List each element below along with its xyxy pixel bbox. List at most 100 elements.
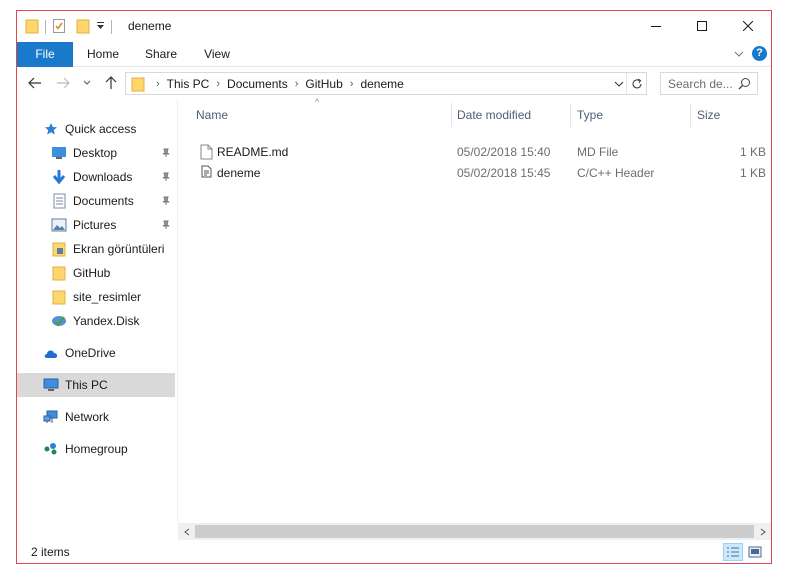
breadcrumb-documents[interactable]: Documents — [227, 77, 288, 91]
sidebar-item-label: Quick access — [65, 122, 137, 136]
window-title: deneme — [128, 19, 172, 33]
column-header-date[interactable]: Date modified — [451, 103, 571, 127]
sidebar-item-downloads[interactable]: Downloads — [17, 165, 175, 189]
recent-locations-button[interactable] — [80, 72, 94, 94]
pin-icon[interactable] — [161, 219, 171, 233]
column-header-size[interactable]: Size — [691, 103, 771, 127]
scrollbar-thumb[interactable] — [195, 525, 754, 538]
sidebar-item-label: OneDrive — [65, 346, 116, 360]
pictures-icon — [51, 217, 67, 233]
pin-icon[interactable] — [161, 147, 171, 161]
sidebar-item-github[interactable]: GitHub — [17, 261, 175, 285]
up-button[interactable] — [101, 72, 121, 94]
scroll-right-button[interactable] — [754, 525, 771, 538]
chevron-right-icon[interactable]: › — [156, 78, 160, 90]
maximize-icon — [697, 21, 707, 31]
tab-view[interactable]: View — [193, 42, 241, 67]
chevron-down-icon — [614, 81, 624, 87]
sidebar-item-onedrive[interactable]: OneDrive — [17, 341, 175, 365]
file-type: MD File — [577, 145, 619, 159]
text-file-icon — [200, 144, 213, 163]
navigation-pane: Quick access Desktop Downloads Documents… — [17, 99, 177, 523]
large-icons-view-button[interactable] — [745, 543, 765, 561]
details-view-button[interactable] — [723, 543, 743, 561]
help-icon[interactable]: ? — [752, 46, 767, 61]
column-header-type[interactable]: Type — [571, 103, 691, 127]
refresh-button[interactable] — [626, 73, 646, 94]
tab-share[interactable]: Share — [135, 42, 187, 67]
sidebar-item-label: Desktop — [73, 146, 118, 160]
sidebar-item-quick-access[interactable]: Quick access — [17, 117, 175, 141]
column-header-name[interactable]: Name — [190, 103, 452, 127]
back-button[interactable] — [25, 72, 45, 94]
refresh-icon — [632, 78, 641, 88]
chevron-right-icon[interactable]: › — [216, 78, 220, 90]
title-bar: deneme — [17, 11, 771, 42]
breadcrumb-deneme[interactable]: deneme — [360, 77, 403, 91]
sidebar-item-homegroup[interactable]: Homegroup — [17, 437, 175, 461]
pin-icon[interactable] — [161, 195, 171, 209]
expand-ribbon-icon[interactable] — [734, 47, 744, 61]
chevron-left-icon — [183, 528, 189, 535]
explorer-window: deneme File Home Share View ? › This PC … — [16, 10, 772, 564]
pin-icon[interactable] — [161, 171, 171, 185]
search-placeholder: Search de... — [668, 76, 733, 91]
tab-file[interactable]: File — [17, 42, 73, 67]
caption-buttons — [633, 11, 771, 41]
arrow-left-icon — [28, 77, 41, 89]
sidebar-item-label: Ekran görüntüleri — [73, 242, 165, 256]
breadcrumb-github[interactable]: GitHub — [305, 77, 342, 91]
customize-toolbar-icon[interactable] — [96, 20, 105, 34]
file-type: C/C++ Header — [577, 166, 655, 180]
search-icon[interactable] — [738, 77, 751, 93]
horizontal-scrollbar[interactable] — [178, 523, 771, 540]
toolbar-separator — [45, 20, 46, 34]
ribbon-tabs: File Home Share View ? — [17, 42, 771, 67]
sidebar-item-desktop[interactable]: Desktop — [17, 141, 175, 165]
sidebar-item-ekran-goruntuleri[interactable]: Ekran görüntüleri — [17, 237, 175, 261]
close-button[interactable] — [725, 11, 771, 41]
search-box[interactable]: Search de... — [660, 72, 758, 95]
sidebar-item-label: Documents — [73, 194, 134, 208]
chevron-down-icon — [83, 80, 91, 85]
folder-icon — [131, 76, 145, 92]
screenshots-folder-icon — [51, 241, 67, 257]
sidebar-item-label: GitHub — [73, 266, 111, 280]
sidebar-item-label: Pictures — [73, 218, 117, 232]
computer-icon — [43, 377, 59, 393]
address-bar[interactable]: › This PC › Documents › GitHub › deneme — [125, 72, 647, 95]
address-history-button[interactable] — [614, 77, 624, 91]
maximize-button[interactable] — [679, 11, 725, 41]
network-icon — [43, 409, 59, 425]
folder-icon — [51, 265, 67, 281]
sidebar-item-this-pc[interactable]: This PC — [17, 373, 175, 397]
homegroup-icon — [43, 441, 59, 457]
sidebar-item-yandex-disk[interactable]: Yandex.Disk — [17, 309, 175, 333]
sidebar-item-network[interactable]: Network — [17, 405, 175, 429]
properties-icon[interactable] — [52, 18, 66, 37]
file-size: 1 KB — [740, 166, 767, 180]
arrow-up-icon — [105, 76, 117, 89]
forward-button[interactable] — [53, 72, 73, 94]
sidebar-item-label: Yandex.Disk — [73, 314, 140, 328]
details-view-icon — [727, 547, 739, 557]
minimize-icon — [651, 26, 661, 27]
tab-home[interactable]: Home — [77, 42, 129, 67]
new-folder-icon[interactable] — [76, 18, 90, 37]
arrow-right-icon — [57, 77, 70, 89]
file-row[interactable]: deneme 05/02/2018 15:45 C/C++ Header 1 K… — [194, 163, 768, 184]
file-list: ^ Name Date modified Type Size README.md… — [178, 97, 771, 523]
chevron-right-icon — [760, 528, 766, 535]
yandex-disk-icon — [51, 313, 67, 329]
sidebar-item-documents[interactable]: Documents — [17, 189, 175, 213]
scroll-left-button[interactable] — [178, 525, 195, 538]
sidebar-item-site-resimler[interactable]: site_resimler — [17, 285, 175, 309]
chevron-right-icon[interactable]: › — [350, 78, 354, 90]
chevron-right-icon[interactable]: › — [295, 78, 299, 90]
sidebar-item-pictures[interactable]: Pictures — [17, 213, 175, 237]
breadcrumb-thispc[interactable]: This PC — [167, 77, 210, 91]
folder-icon — [51, 289, 67, 305]
file-row[interactable]: README.md 05/02/2018 15:40 MD File 1 KB — [194, 142, 768, 163]
close-icon — [743, 21, 753, 31]
minimize-button[interactable] — [633, 11, 679, 41]
